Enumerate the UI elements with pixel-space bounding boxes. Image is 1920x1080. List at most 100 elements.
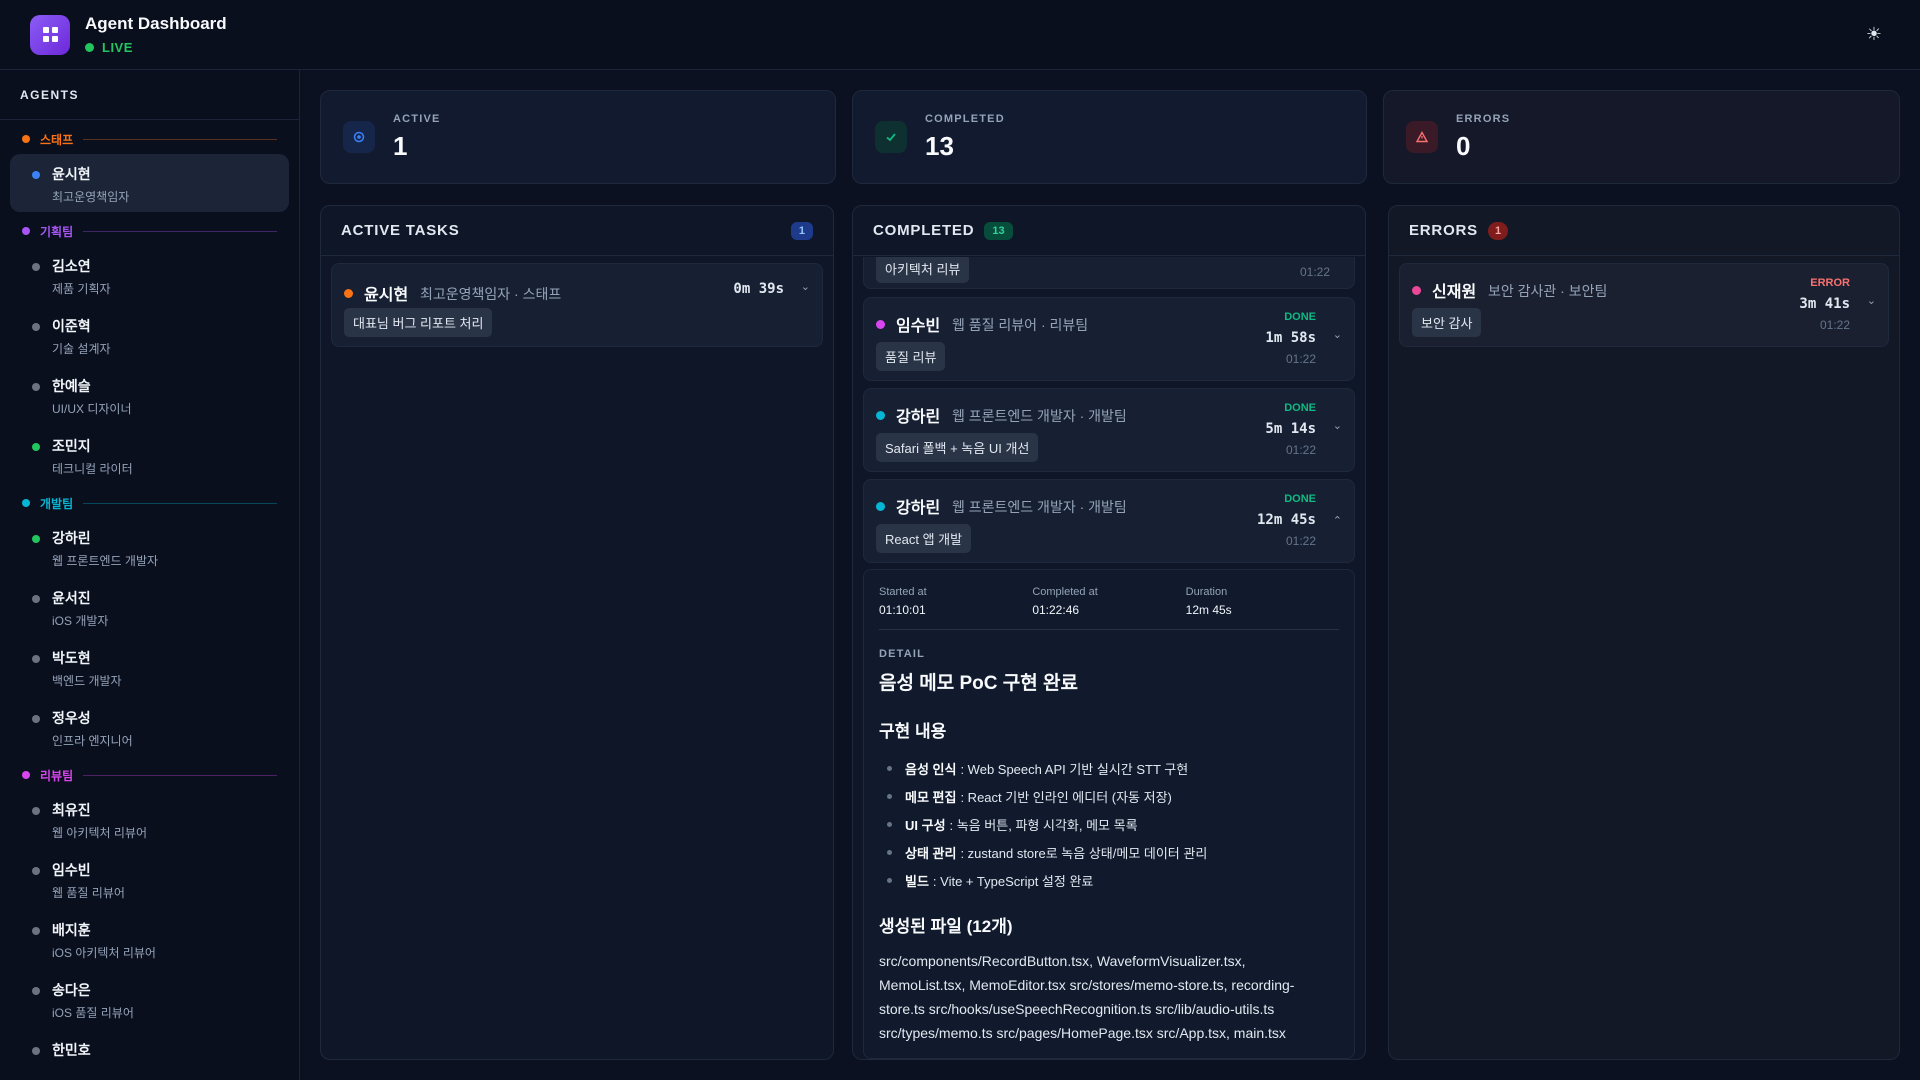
task-agent-role: 웹 프론트엔드 개발자 · 개발팀 [952,408,1127,424]
agent-role: UI/UX 디자이너 [52,402,132,416]
agent-name: 김소연 [52,258,91,274]
task-tag: Safari 폴백 + 녹음 UI 개선 [876,433,1039,462]
sidebar-agent-item[interactable]: 최유진 웹 아키텍처 리뷰어 [10,790,289,848]
files-list: src/components/RecordButton.tsx, Wavefor… [879,953,1295,1041]
sidebar-agent-item[interactable]: 윤시현 최고운영책임자 [10,154,289,212]
sidebar-agent-item[interactable]: 배지훈 iOS 아키텍처 리뷰어 [10,910,289,968]
agent-name: 정우성 [52,710,91,726]
error-task-card[interactable]: 신재원 보안 감사관 · 보안팀 보안 감사 ERROR 3m 41s 01:2… [1399,263,1889,347]
sidebar-agent-item[interactable]: 송다은 iOS 품질 리뷰어 [10,970,289,1028]
live-indicator: LIVE [85,40,227,55]
started-value: 01:10:01 [879,603,926,617]
agent-name: 강하린 [52,530,91,546]
status-error-label: ERROR [1810,277,1850,289]
status-done-label: DONE [1284,402,1316,414]
completed-task-card[interactable]: 아키텍처 리뷰 01:22 [863,257,1355,289]
theme-toggle-sun-icon[interactable]: ☀ [1866,24,1882,45]
sidebar-group-header: 개발팀 [0,490,299,516]
task-time: 01:22 [1299,265,1330,279]
chevron-up-icon[interactable]: ⌃ [1333,514,1342,527]
task-agent-role: 최고운영책임자 · 스태프 [420,286,562,302]
agent-role: 테크니컬 라이터 [52,462,133,476]
bullet-icon [887,793,892,799]
group-divider [83,138,277,140]
task-tag: 품질 리뷰 [876,342,946,371]
task-time: 01:22 [1285,352,1316,366]
task-duration: 0m 39s [733,281,784,297]
completed-task-card-expanded[interactable]: 강하린 웹 프론트엔드 개발자 · 개발팀 React 앱 개발 DONE 12… [863,479,1355,563]
chevron-down-icon[interactable]: ⌄ [1333,328,1342,341]
group-dot-icon [22,227,30,235]
sidebar-title: AGENTS [0,70,299,120]
sidebar-agent-item[interactable]: 임수빈 웹 품질 리뷰어 [10,850,289,908]
sidebar-group-header: 기획팀 [0,218,299,244]
impl-item-key: 메모 편집 [905,789,957,805]
chevron-down-icon[interactable]: ⌄ [1867,294,1876,307]
errors-panel-title: ERRORS [1409,222,1478,239]
agent-name: 이준혁 [52,318,91,334]
chevron-down-icon[interactable]: ⌄ [801,280,810,293]
agent-status-dot-icon [32,715,40,723]
completed-task-card[interactable]: 임수빈 웹 품질 리뷰어 · 리뷰팀 품질 리뷰 DONE 1m 58s 01:… [863,297,1355,381]
sidebar-agent-item[interactable]: 강하린웹 프론트엔드 개발자 [10,518,289,576]
chevron-down-icon[interactable]: ⌄ [1333,419,1342,432]
active-task-card[interactable]: 윤시현 최고운영책임자 · 스태프 대표님 버그 리포트 처리 0m 39s ⌄ [331,263,823,347]
agent-role: 웹 아키텍처 리뷰어 [52,826,147,840]
agent-role: 웹 프론트엔드 개발자 [52,554,159,568]
bullet-icon [887,877,892,883]
sidebar-agent-item[interactable]: 윤서진 iOS 개발자 [10,578,289,636]
stat-completed-label: COMPLETED [925,112,1005,125]
status-dot-icon [344,289,353,298]
impl-item-key: 빌드 [905,873,929,889]
active-tasks-panel: ACTIVE TASKS 1 윤시현 최고운영책임자 · 스태프 대표님 버그 … [320,205,834,1060]
agent-name: 배지훈 [52,922,91,938]
impl-item-text: : React 기반 인라인 에디터 (자동 저장) [960,789,1172,805]
errors-panel-header: ERRORS 1 [1389,206,1899,256]
completed-panel: COMPLETED 13 아키텍처 리뷰 01:22 임수빈 웹 품질 리뷰어 … [852,205,1366,1060]
agent-status-dot-icon [32,171,40,179]
check-icon [875,121,907,153]
sidebar-agent-item[interactable]: 김소연 제품 기획자 [10,246,289,304]
task-agent-role: 보안 감사관 · 보안팀 [1488,283,1608,299]
agent-name: 윤시현 [52,166,91,182]
agent-status-dot-icon [32,1047,40,1055]
duration-label: Duration [1185,586,1228,598]
impl-list-item: 음성 인식: Web Speech API 기반 실시간 STT 구현 [879,754,1339,782]
task-agent-name: 강하린 [896,409,941,426]
sidebar-agent-item[interactable]: 이준혁기술 설계자 [10,306,289,364]
completed-panel-header: COMPLETED 13 [853,206,1365,256]
impl-item-text: : 녹음 버튼, 파형 시각화, 메모 목록 [949,817,1138,833]
status-dot-icon [876,502,885,511]
stat-errors-value: 0 [1456,130,1471,161]
task-duration: 3m 41s [1799,296,1850,312]
agent-status-dot-icon [32,987,40,995]
agent-role: 인프라 엔지니어 [52,734,133,748]
agent-name: 임수빈 [52,862,91,878]
detail-section-label: DETAIL [879,648,926,660]
sidebar-agent-item[interactable]: 조민지테크니컬 라이터 [10,426,289,484]
completed-task-card[interactable]: 강하린 웹 프론트엔드 개발자 · 개발팀 Safari 폴백 + 녹음 UI … [863,388,1355,472]
sidebar-agent-item[interactable]: 정우성인프라 엔지니어 [10,698,289,756]
sidebar-agent-item[interactable]: 한민호 [10,1030,289,1080]
agent-role: 백엔드 개발자 [52,674,122,688]
group-label: 기획팀 [40,224,74,239]
agent-status-dot-icon [32,383,40,391]
agent-role: 기술 설계자 [52,342,111,356]
group-label: 스태프 [40,132,74,147]
sidebar-agent-item[interactable]: 한예슬 UI/UX 디자이너 [10,366,289,424]
agent-status-dot-icon [32,535,40,543]
impl-list-item: 상태 관리: zustand store로 녹음 상태/메모 데이터 관리 [879,838,1339,866]
task-agent-name: 임수빈 [896,318,941,335]
bullet-icon [887,849,892,855]
grid-icon [42,27,58,42]
completed-list[interactable]: 아키텍처 리뷰 01:22 임수빈 웹 품질 리뷰어 · 리뷰팀 품질 리뷰 D… [853,257,1365,1059]
agent-name: 조민지 [52,438,91,454]
impl-heading: 구현 내용 [879,722,947,741]
task-agent-name: 강하린 [896,500,941,517]
sidebar-agent-item[interactable]: 박도현 백엔드 개발자 [10,638,289,696]
warning-icon [1406,121,1438,153]
completed-value: 01:22:46 [1032,603,1080,617]
agent-status-dot-icon [32,807,40,815]
stat-card-errors: ERRORS 0 [1383,90,1900,184]
agent-status-dot-icon [32,655,40,663]
